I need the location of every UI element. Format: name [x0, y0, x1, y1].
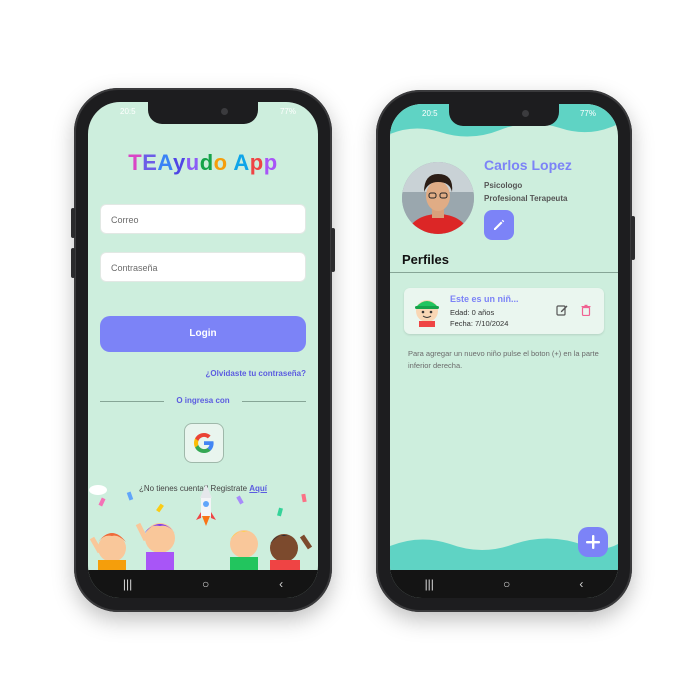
camera-icon	[221, 108, 228, 115]
app-title-main: TEAyudo	[128, 150, 228, 175]
profiles-heading: Perfiles	[402, 252, 449, 267]
kids-illustration	[89, 484, 313, 570]
user-subrole: Profesional Terapeuta	[484, 194, 568, 203]
user-photo	[402, 162, 474, 234]
back-icon[interactable]: ‹	[579, 577, 583, 591]
login-button[interactable]: Login	[100, 316, 306, 352]
recent-apps-icon[interactable]: |||	[123, 577, 132, 591]
add-profile-hint: Para agregar un nuevo niño pulse el boto…	[408, 349, 599, 370]
notch	[449, 104, 559, 126]
user-name: Carlos Lopez	[484, 157, 572, 173]
app-title-suffix: App	[233, 150, 278, 175]
pencil-icon	[494, 219, 505, 230]
status-battery: 77%	[579, 109, 596, 118]
camera-icon	[522, 110, 529, 117]
login-phone: 20:5 77% TEAyudo App Correo Contraseña L…	[71, 88, 335, 612]
power-button	[631, 216, 635, 260]
login-screen: 20:5 77% TEAyudo App Correo Contraseña L…	[88, 102, 318, 598]
status-time: 20:5	[422, 109, 438, 118]
edit-icon[interactable]	[556, 304, 568, 316]
home-icon[interactable]: ○	[503, 577, 510, 591]
home-icon[interactable]: ○	[202, 577, 209, 591]
volume-up-button	[71, 208, 75, 238]
google-login-button[interactable]	[184, 423, 224, 463]
child-avatar-icon	[415, 300, 439, 327]
profile-card[interactable]: Este es un niñ... Edad: 0 años Fecha: 7/…	[404, 288, 604, 334]
profile-card-date: Fecha: 7/10/2024	[450, 319, 509, 328]
forgot-password-link[interactable]: ¿Olvidaste tu contraseña?	[206, 369, 306, 378]
email-placeholder: Correo	[111, 215, 139, 225]
password-field[interactable]: Contraseña	[100, 252, 306, 282]
notch	[148, 102, 258, 124]
google-icon	[194, 433, 214, 453]
email-field[interactable]: Correo	[100, 204, 306, 234]
status-battery: 77%	[279, 107, 296, 116]
add-profile-button[interactable]	[578, 527, 608, 557]
profile-phone: 20:5 77% Carlos Lopez Psicologo Profesio…	[376, 90, 635, 612]
status-time: 20:5	[120, 107, 136, 116]
or-label: O ingresa con	[176, 396, 230, 405]
app-title: TEAyudo App	[88, 150, 318, 176]
navigation-bar: ||| ○ ‹	[390, 570, 618, 598]
back-icon[interactable]: ‹	[279, 577, 283, 591]
recent-apps-icon[interactable]: |||	[425, 577, 434, 591]
section-divider	[390, 272, 618, 273]
trash-icon[interactable]	[580, 304, 592, 316]
navigation-bar: ||| ○ ‹	[88, 570, 318, 598]
password-placeholder: Contraseña	[111, 263, 158, 273]
power-button	[331, 228, 335, 272]
user-avatar	[402, 162, 474, 234]
plus-icon	[586, 535, 600, 549]
volume-down-button	[71, 248, 75, 278]
user-role: Psicologo	[484, 181, 523, 190]
profile-card-title: Este es un niñ...	[450, 294, 519, 304]
profile-card-age: Edad: 0 años	[450, 308, 495, 317]
edit-profile-button[interactable]	[484, 210, 514, 240]
profile-screen: 20:5 77% Carlos Lopez Psicologo Profesio…	[390, 104, 618, 598]
